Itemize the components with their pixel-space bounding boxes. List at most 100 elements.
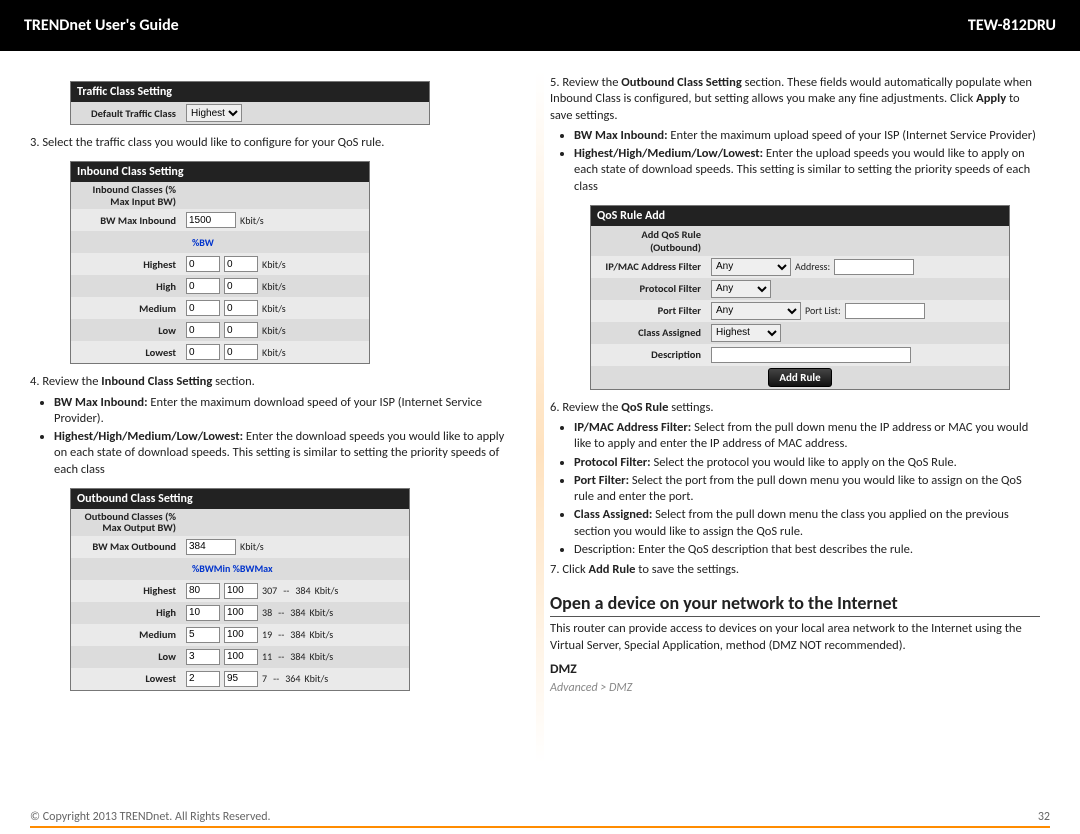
inbound-classes-heading: Inbound Classes (% Max Input BW): [77, 184, 182, 207]
inbound-row: High Kbit/s: [71, 275, 369, 297]
inbound-class-setting-panel: Inbound Class Setting Inbound Classes (%…: [70, 161, 370, 364]
port-filter-select[interactable]: Any: [711, 302, 801, 320]
outbound-row: Low11--384Kbit/s: [71, 646, 409, 668]
dash: --: [276, 628, 286, 641]
bullet-bw-max-inbound-right: BW Max Inbound: Enter the maximum upload…: [574, 128, 1040, 144]
calc-min: 307: [262, 584, 277, 597]
dash: --: [281, 584, 291, 597]
row-input-a[interactable]: [186, 344, 220, 360]
bullet-ipmac-filter: IP/MAC Address Filter: Select from the p…: [574, 420, 1040, 453]
bullet-port-filter: Port Filter: Select the port from the pu…: [574, 473, 1040, 506]
calc-min: 19: [262, 628, 272, 641]
row-input-a[interactable]: [186, 671, 220, 687]
bullet-bw-max-inbound: BW Max Inbound: Enter the maximum downlo…: [54, 395, 520, 428]
calc-max: 384: [290, 606, 305, 619]
row-input-b[interactable]: [224, 583, 258, 599]
page-number: 32: [1038, 810, 1050, 824]
unit-label: Kbit/s: [304, 672, 328, 685]
unit-label: Kbit/s: [240, 214, 264, 227]
row-input-a[interactable]: [186, 300, 220, 316]
row-label: Lowest: [77, 346, 182, 359]
copyright: © Copyright 2013 TRENDnet. All Rights Re…: [30, 810, 271, 824]
row-input-b[interactable]: [224, 649, 258, 665]
section-open-device: Open a device on your network to the Int…: [550, 592, 1040, 617]
inbound-row: Lowest Kbit/s: [71, 341, 369, 363]
protocol-filter-label: Protocol Filter: [597, 282, 707, 295]
address-input[interactable]: [834, 259, 914, 275]
panel-title: Traffic Class Setting: [71, 82, 429, 102]
qos-rule-add-panel: QoS Rule Add Add QoS Rule (Outbound) IP/…: [590, 205, 1010, 390]
row-input-a[interactable]: [186, 605, 220, 621]
row-input-a[interactable]: [186, 256, 220, 272]
protocol-filter-select[interactable]: Any: [711, 280, 771, 298]
traffic-class-setting-panel: Traffic Class Setting Default Traffic Cl…: [70, 81, 430, 125]
left-column: Traffic Class Setting Default Traffic Cl…: [30, 71, 520, 773]
row-input-b[interactable]: [224, 344, 258, 360]
right-column: 5. Review the Outbound Class Setting sec…: [550, 71, 1040, 773]
port-list-input[interactable]: [845, 303, 925, 319]
pctbw-label: %BW: [77, 236, 214, 249]
calc-min: 11: [262, 650, 272, 663]
unit-label: Kbit/s: [315, 584, 339, 597]
unit-label: Kbit/s: [309, 628, 333, 641]
unit-label: Kbit/s: [309, 606, 333, 619]
row-input-a[interactable]: [186, 322, 220, 338]
row-input-a[interactable]: [186, 278, 220, 294]
unit-label: Kbit/s: [262, 280, 286, 293]
description-input[interactable]: [711, 347, 911, 363]
page-header: TRENDnet User's Guide TEW-812DRU: [0, 10, 1080, 41]
bullet-priority-speeds-right: Highest/High/Medium/Low/Lowest: Enter th…: [574, 146, 1040, 195]
section-body: This router can provide access to device…: [550, 621, 1040, 654]
breadcrumb: Advanced > DMZ: [550, 681, 1040, 697]
unit-label: Kbit/s: [262, 324, 286, 337]
row-input-b[interactable]: [224, 322, 258, 338]
add-rule-button[interactable]: Add Rule: [768, 368, 831, 387]
bw-max-inbound-label: BW Max Inbound: [77, 214, 182, 227]
ipmac-filter-label: IP/MAC Address Filter: [597, 260, 707, 273]
bullet-protocol-filter: Protocol Filter: Select the protocol you…: [574, 455, 1040, 471]
dash: --: [271, 672, 281, 685]
ipmac-filter-select[interactable]: Any: [711, 258, 791, 276]
row-input-b[interactable]: [224, 278, 258, 294]
row-label: Low: [77, 324, 182, 337]
inbound-row: Highest Kbit/s: [71, 253, 369, 275]
unit-label: Kbit/s: [309, 650, 333, 663]
default-traffic-class-select[interactable]: Highest: [186, 104, 242, 122]
panel-title: QoS Rule Add: [591, 206, 1009, 226]
outbound-class-setting-panel: Outbound Class Setting Outbound Classes …: [70, 488, 410, 691]
bw-max-outbound-input[interactable]: [186, 539, 236, 555]
panel-title: Inbound Class Setting: [71, 162, 369, 182]
row-input-b[interactable]: [224, 627, 258, 643]
panel-title: Outbound Class Setting: [71, 489, 409, 509]
bw-max-inbound-input[interactable]: [186, 212, 236, 228]
step-6-text: 6. Review the QoS Rule settings.: [550, 400, 1040, 416]
decorative-gradient: [536, 71, 544, 763]
calc-min: 38: [262, 606, 272, 619]
pctbw-min-max-label: %BWMin %BWMax: [77, 562, 273, 575]
default-traffic-class-label: Default Traffic Class: [77, 107, 182, 120]
row-input-b[interactable]: [224, 605, 258, 621]
dash: --: [276, 650, 286, 663]
unit-label: Kbit/s: [262, 258, 286, 271]
outbound-classes-heading: Outbound Classes (% Max Output BW): [77, 511, 182, 534]
address-label: Address:: [795, 260, 830, 273]
row-input-a[interactable]: [186, 627, 220, 643]
add-qos-rule-outbound-label: Add QoS Rule (Outbound): [597, 228, 707, 254]
row-label: Medium: [77, 628, 182, 641]
description-label: Description: [597, 348, 707, 361]
row-label: High: [77, 280, 182, 293]
row-input-b[interactable]: [224, 256, 258, 272]
step-5-text: 5. Review the Outbound Class Setting sec…: [550, 75, 1040, 124]
calc-max: 384: [290, 628, 305, 641]
row-input-b[interactable]: [224, 671, 258, 687]
unit-label: Kbit/s: [262, 346, 286, 359]
row-input-a[interactable]: [186, 649, 220, 665]
row-input-a[interactable]: [186, 583, 220, 599]
row-input-b[interactable]: [224, 300, 258, 316]
bullet-class-assigned: Class Assigned: Select from the pull dow…: [574, 507, 1040, 540]
class-assigned-select[interactable]: Highest: [711, 324, 781, 342]
dmz-heading: DMZ: [550, 660, 1040, 677]
class-assigned-label: Class Assigned: [597, 326, 707, 339]
row-label: Lowest: [77, 672, 182, 685]
row-label: Highest: [77, 258, 182, 271]
